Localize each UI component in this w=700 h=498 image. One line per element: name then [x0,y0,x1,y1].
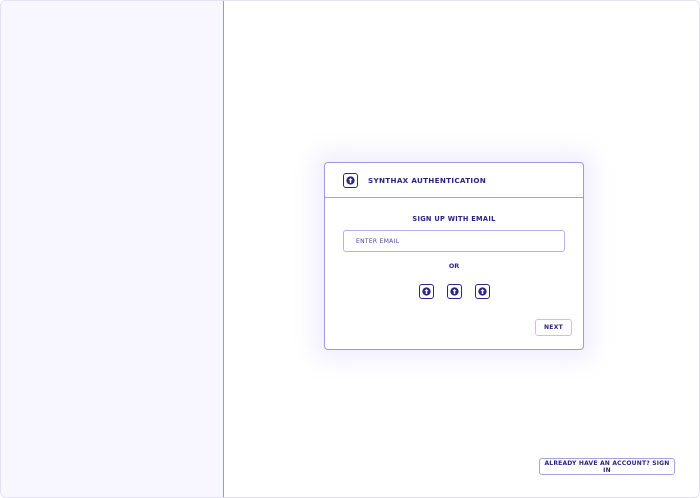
signup-heading: SIGN UP WITH EMAIL [412,215,496,223]
or-divider: OR [448,262,460,270]
sidebar [1,1,224,497]
app-window: SYNTHAX AUTHENTICATION SIGN UP WITH EMAI… [0,0,700,498]
auth-card: SYNTHAX AUTHENTICATION SIGN UP WITH EMAI… [324,162,584,350]
provider-button-1[interactable] [418,284,434,299]
arrow-up-circle-icon [449,287,459,296]
provider-button-3[interactable] [474,284,490,299]
arrow-up-circle-icon [343,172,358,188]
next-button[interactable]: NEXT [535,319,572,336]
provider-buttons [325,284,583,299]
email-field[interactable] [343,230,565,252]
auth-card-header: SYNTHAX AUTHENTICATION [325,163,583,198]
arrow-up-circle-icon [477,287,487,296]
sign-in-button[interactable]: ALREADY HAVE AN ACCOUNT? SIGN IN [539,458,675,475]
auth-card-body: SIGN UP WITH EMAIL OR [325,198,583,350]
arrow-up-circle-icon [421,287,431,296]
auth-title: SYNTHAX AUTHENTICATION [368,175,487,185]
provider-button-2[interactable] [446,284,462,299]
